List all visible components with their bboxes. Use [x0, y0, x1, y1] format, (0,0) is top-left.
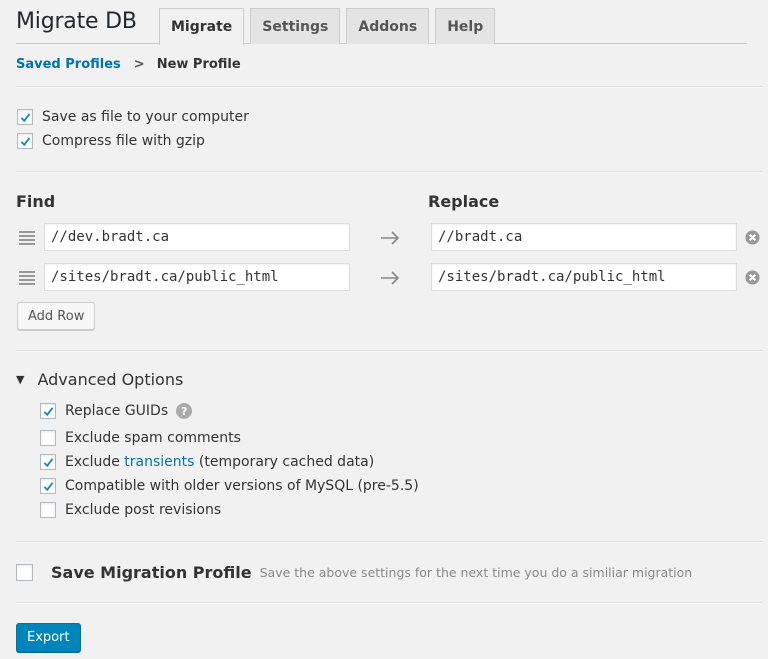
compress-gzip-option[interactable]: Compress file with gzip — [17, 133, 205, 149]
exclude-transients-suffix: (temporary cached data) — [194, 454, 375, 470]
divider — [16, 541, 762, 543]
checkmark-icon — [43, 481, 53, 491]
replace-guids-label: Replace GUIDs — [65, 403, 169, 419]
mysql-compat-label: Compatible with older versions of MySQL … — [65, 478, 419, 494]
divider — [16, 86, 762, 88]
divider — [16, 602, 762, 604]
add-row-button[interactable]: Add Row — [17, 302, 96, 330]
find-input[interactable] — [44, 223, 350, 251]
tab-addons[interactable]: Addons — [346, 8, 430, 44]
breadcrumb-separator-icon: > — [133, 57, 145, 72]
checkmark-icon — [20, 136, 30, 146]
save-as-file-label: Save as file to your computer — [42, 109, 249, 125]
exclude-revisions-checkbox[interactable] — [40, 502, 56, 518]
tab-bar: Migrate Settings Addons Help — [159, 8, 501, 45]
advanced-options-toggle[interactable]: ▼ Advanced Options — [16, 370, 183, 389]
exclude-transients-prefix: Exclude — [65, 454, 125, 470]
drag-handle-icon[interactable] — [19, 231, 35, 245]
find-column-label: Find — [16, 192, 56, 211]
find-input[interactable] — [44, 263, 350, 291]
divider — [16, 171, 762, 173]
save-as-file-option[interactable]: Save as file to your computer — [17, 109, 249, 125]
header: Migrate DB Migrate Settings Addons Help — [16, 0, 747, 45]
exclude-spam-label: Exclude spam comments — [65, 430, 241, 446]
drag-handle-icon[interactable] — [19, 271, 35, 285]
replace-input[interactable] — [431, 263, 737, 291]
breadcrumb-saved-profiles-link[interactable]: Saved Profiles — [16, 57, 121, 72]
breadcrumb: Saved Profiles > New Profile — [16, 57, 241, 72]
checkmark-icon — [20, 112, 30, 122]
divider — [16, 350, 762, 352]
help-icon[interactable]: ? — [176, 403, 193, 419]
exclude-transients-checkbox[interactable] — [40, 454, 56, 470]
exclude-transients-option[interactable]: Exclude transients (temporary cached dat… — [40, 454, 374, 470]
arrow-right-icon — [381, 271, 400, 285]
save-profile-option[interactable]: Save Migration Profile Save the above se… — [16, 563, 692, 582]
advanced-options-title: Advanced Options — [37, 370, 184, 389]
save-profile-hint: Save the above settings for the next tim… — [259, 565, 693, 580]
replace-guids-checkbox[interactable] — [40, 403, 56, 419]
save-as-file-checkbox[interactable] — [17, 109, 33, 125]
remove-row-icon[interactable] — [745, 270, 760, 285]
checkmark-icon — [43, 406, 53, 416]
compress-gzip-checkbox[interactable] — [17, 133, 33, 149]
exclude-revisions-option[interactable]: Exclude post revisions — [40, 502, 221, 518]
tab-migrate[interactable]: Migrate — [159, 8, 245, 45]
breadcrumb-current: New Profile — [156, 57, 241, 72]
exclude-revisions-label: Exclude post revisions — [65, 502, 222, 518]
export-button[interactable]: Export — [16, 623, 81, 652]
checkmark-icon — [43, 457, 53, 467]
save-profile-checkbox[interactable] — [16, 564, 33, 581]
arrow-right-icon — [381, 231, 400, 245]
compress-gzip-label: Compress file with gzip — [42, 133, 205, 149]
mysql-compat-checkbox[interactable] — [40, 478, 56, 494]
replace-guids-option[interactable]: Replace GUIDs ? — [40, 403, 193, 419]
mysql-compat-option[interactable]: Compatible with older versions of MySQL … — [40, 478, 419, 494]
remove-row-icon[interactable] — [745, 230, 760, 245]
exclude-spam-checkbox[interactable] — [40, 430, 56, 446]
migrate-db-page: Migrate DB Migrate Settings Addons Help … — [0, 0, 768, 659]
transients-link[interactable]: transients — [124, 454, 194, 470]
tab-settings[interactable]: Settings — [250, 8, 341, 44]
tab-help[interactable]: Help — [435, 8, 496, 44]
triangle-down-icon: ▼ — [16, 373, 25, 386]
exclude-spam-option[interactable]: Exclude spam comments — [40, 430, 241, 446]
save-profile-label: Save Migration Profile — [51, 563, 252, 582]
replace-column-label: Replace — [428, 192, 500, 211]
app-title: Migrate DB — [16, 9, 137, 34]
replace-input[interactable] — [431, 223, 737, 251]
